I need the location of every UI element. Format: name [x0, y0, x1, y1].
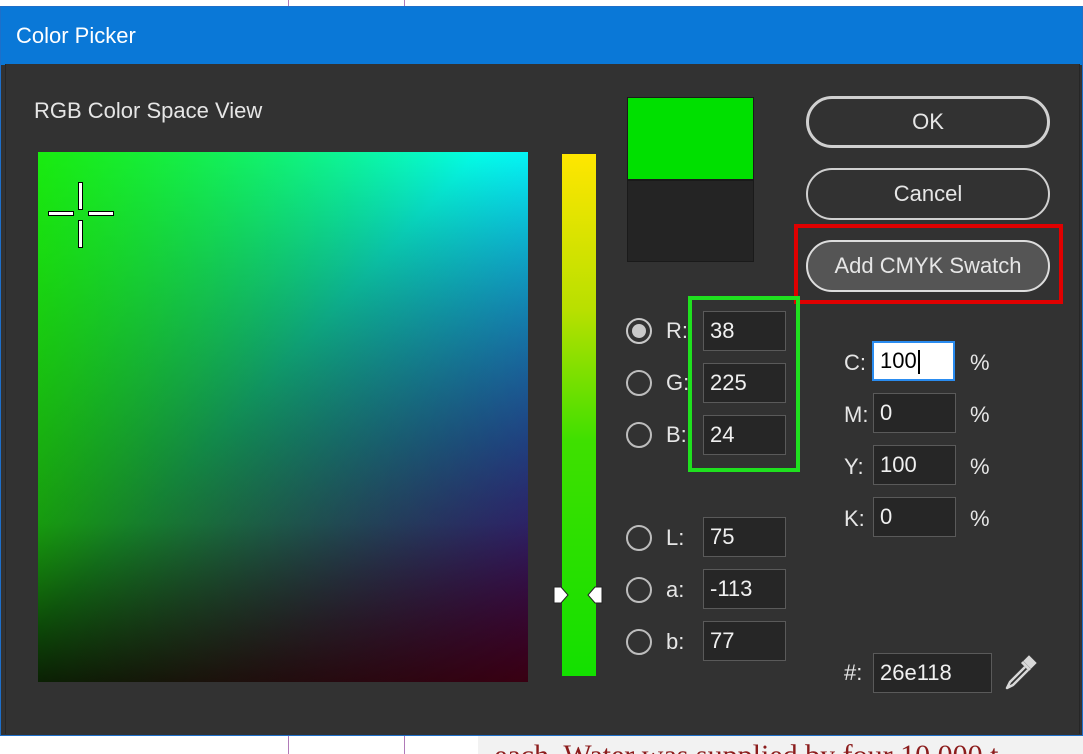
crosshair-icon[interactable]	[49, 183, 113, 247]
l-input[interactable]: 75	[703, 517, 786, 557]
color-space-label: RGB Color Space View	[34, 98, 263, 123]
old-color-swatch	[627, 180, 754, 262]
lab-b-input[interactable]: 77	[703, 621, 786, 661]
rgb-r-row: R:	[626, 318, 688, 344]
r-input[interactable]: 38	[703, 311, 786, 351]
r-label: R:	[666, 318, 688, 343]
g-input[interactable]: 225	[703, 363, 786, 403]
k-unit: %	[970, 506, 990, 531]
g-label: G:	[666, 370, 690, 395]
y-input[interactable]: 100	[873, 445, 956, 485]
lab-b-row: b:	[626, 629, 684, 655]
radio-lab-b[interactable]	[626, 629, 652, 655]
l-label: L:	[666, 525, 685, 550]
radio-b[interactable]	[626, 422, 652, 448]
m-unit: %	[970, 402, 990, 427]
text-caret	[917, 350, 920, 375]
b-input[interactable]: 24	[703, 415, 786, 455]
hex-input[interactable]: 26e118	[873, 653, 992, 693]
background-document-text: each. Water was supplied by four 10,000 …	[478, 736, 1083, 754]
c-label: C:	[844, 350, 866, 375]
k-label: K:	[844, 506, 865, 531]
k-input[interactable]: 0	[873, 497, 956, 537]
y-unit: %	[970, 454, 990, 479]
lab-l-row: L:	[626, 525, 684, 551]
lab-a-row: a:	[626, 577, 684, 603]
bg-guide-line	[288, 736, 289, 754]
add-cmyk-swatch-button[interactable]: Add CMYK Swatch	[806, 240, 1050, 292]
c-value: 100	[880, 348, 917, 373]
eyedropper-icon[interactable]	[1002, 652, 1040, 692]
new-color-swatch	[627, 97, 754, 180]
b-label: B:	[666, 422, 687, 447]
a-input[interactable]: -113	[703, 569, 786, 609]
rgb-g-row: G:	[626, 370, 689, 396]
m-label: M:	[844, 402, 869, 427]
rgb-b-row: B:	[626, 422, 687, 448]
y-label: Y:	[844, 454, 864, 479]
radio-g[interactable]	[626, 370, 652, 396]
c-input[interactable]: 100	[872, 341, 955, 381]
hex-label: #:	[844, 660, 863, 685]
cancel-button[interactable]: Cancel	[806, 168, 1050, 220]
bg-guide-line	[404, 736, 405, 754]
ok-button[interactable]: OK	[806, 96, 1050, 148]
lab-b-label: b:	[666, 629, 685, 654]
radio-l[interactable]	[626, 525, 652, 551]
m-input[interactable]: 0	[873, 393, 956, 433]
a-label: a:	[666, 577, 685, 602]
radio-r[interactable]	[626, 318, 652, 344]
c-unit: %	[970, 350, 990, 375]
slider-handle-icon[interactable]	[553, 586, 569, 604]
radio-a[interactable]	[626, 577, 652, 603]
slider-handle-icon[interactable]	[587, 586, 603, 604]
dialog-title: Color Picker	[1, 7, 1082, 65]
